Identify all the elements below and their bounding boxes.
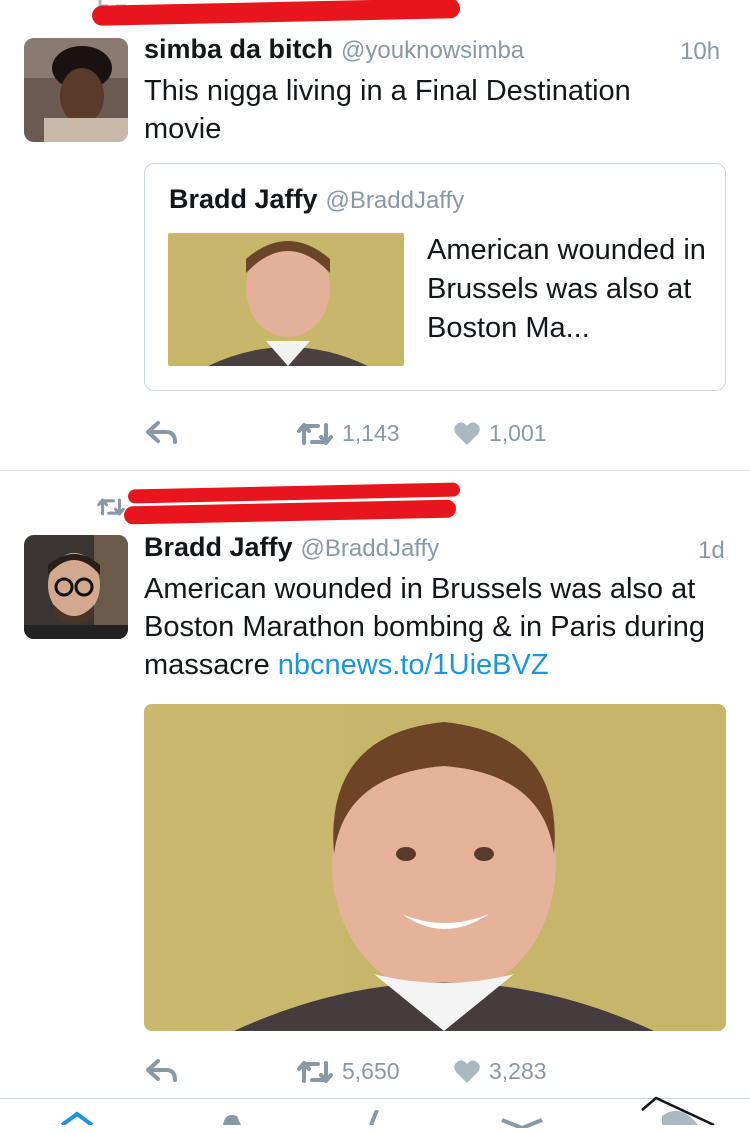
reply-button[interactable]: [146, 420, 178, 446]
quoted-tweet-card[interactable]: Bradd Jaffy @BraddJaffy American wounded …: [144, 163, 726, 391]
tab-bar-divider: [0, 1098, 750, 1099]
like-count: 3,283: [489, 1058, 547, 1084]
tweet-author[interactable]: Bradd Jaffy @BraddJaffy: [144, 532, 439, 563]
retweet-button[interactable]: 1,143: [296, 420, 400, 447]
tweet-link[interactable]: nbcnews.to/1UieBVZ: [278, 649, 549, 681]
quoted-text: American wounded in Brussels was also at…: [427, 234, 706, 344]
retweet-icon: [297, 422, 333, 445]
retweet-icon: [297, 1060, 333, 1083]
quoted-author-name: Bradd Jaffy: [169, 184, 318, 214]
heart-icon: [454, 1059, 480, 1083]
avatar[interactable]: [24, 38, 128, 142]
tab-messages-icon[interactable]: [500, 1115, 544, 1133]
author-handle[interactable]: @BraddJaffy: [301, 535, 440, 562]
author-name[interactable]: simba da bitch: [144, 34, 333, 64]
retweeted-indicator-icon: [96, 497, 126, 522]
redaction-mark-lower: [123, 499, 457, 525]
tweet-timestamp: 10h: [680, 38, 721, 65]
like-button[interactable]: 3,283: [453, 1058, 547, 1085]
redaction-mark-top: [91, 0, 461, 26]
quoted-author: Bradd Jaffy @BraddJaffy: [169, 184, 464, 215]
tweet-text: This nigga living in a Final Destination…: [144, 75, 631, 145]
tab-moments-icon[interactable]: [365, 1109, 385, 1130]
author-name[interactable]: Bradd Jaffy: [144, 532, 293, 562]
retweet-count: 1,143: [342, 420, 400, 446]
reply-icon: [146, 421, 177, 444]
quoted-author-handle: @BraddJaffy: [325, 187, 465, 214]
tweet-timestamp: 1d: [698, 537, 725, 564]
quoted-thumbnail: [168, 233, 404, 366]
tweet-photo[interactable]: [144, 704, 726, 1031]
avatar-photo-icon: [24, 38, 128, 142]
avatar[interactable]: [24, 535, 128, 639]
like-button[interactable]: 1,001: [453, 420, 547, 447]
author-handle[interactable]: @youknowsimba: [341, 37, 524, 64]
heart-icon: [454, 421, 480, 445]
retweet-count: 5,650: [342, 1058, 400, 1084]
tweet-text: American wounded in Brussels was also at…: [144, 570, 734, 684]
tab-notifications-icon[interactable]: [215, 1110, 245, 1130]
like-count: 1,001: [489, 420, 547, 446]
retweet-button[interactable]: 5,650: [296, 1058, 400, 1085]
tweet-divider: [0, 470, 750, 471]
reply-button[interactable]: [146, 1058, 178, 1084]
reply-icon: [146, 1059, 177, 1082]
tab-home-icon[interactable]: [60, 1110, 94, 1130]
avatar-photo-icon: [24, 535, 128, 639]
tweet-author[interactable]: simba da bitch @youknowsimba: [144, 34, 524, 65]
